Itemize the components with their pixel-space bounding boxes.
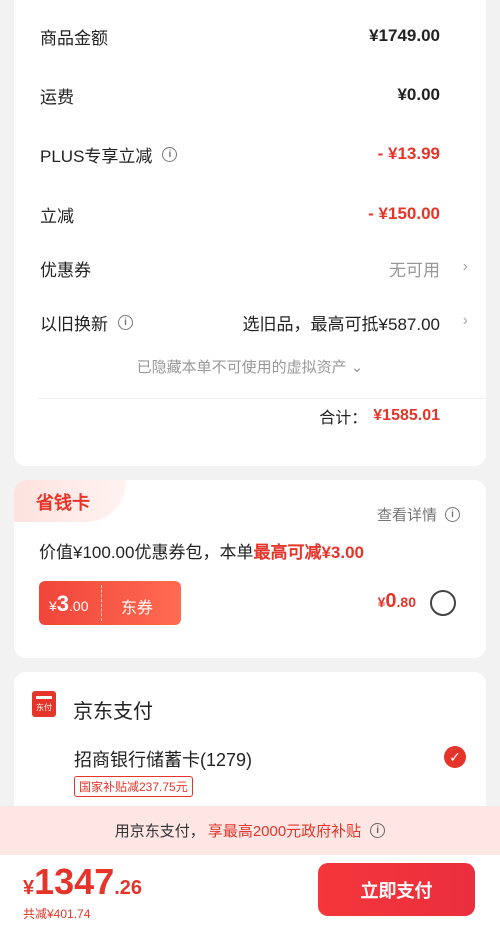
saver-title: 省钱卡 [36,493,90,513]
payment-title: 京东支付 [73,701,153,723]
coupon-separator [101,585,102,621]
check-circle-icon[interactable]: ✓ [444,746,466,768]
promo-bar[interactable]: 用京东支付， 享最高2000元政府补贴 i [0,806,500,855]
shipping-value: ¥0.00 [397,85,440,104]
coupon-amount: ¥3.00 [49,591,89,617]
shipping-row: 运费 ¥0.00 [40,79,440,111]
trade-in-value: 选旧品，最高可抵¥587.00 [242,314,440,334]
radio-icon[interactable] [430,590,456,616]
info-icon: i [445,507,460,522]
checkout-bar: ¥1347.26 共减¥401.74 立即支付 [0,855,500,927]
coupon-row[interactable]: 优惠券 无可用 [40,252,440,284]
coupon-ticket: ¥3.00 东券 [39,581,181,625]
pay-now-button[interactable]: 立即支付 [318,863,475,916]
view-details-label: 查看详情 [376,507,437,524]
saver-price-int: 0 [385,590,397,612]
coupon-currency: ¥ [49,598,57,614]
total-value: ¥1585.01 [373,407,440,424]
jd-pay-logo-icon: 东付 [32,691,56,717]
saver-price-dec: .80 [396,594,416,610]
chevron-right-icon[interactable]: › [463,312,468,330]
info-icon[interactable]: i [118,314,133,330]
coupon-value: 无可用 [389,260,440,280]
instant-discount-value: - ¥150.00 [368,204,440,223]
hidden-assets-text: 已隐藏本单不可使用的虚拟资产 [136,359,347,376]
trade-in-label: 以旧换新 [40,314,108,334]
total-label: 合计： [319,410,368,427]
saver-description: 价值¥100.00优惠券包，本单最高可减¥3.00 [39,538,364,563]
divider [38,398,486,399]
plus-discount-row: PLUS专享立减 i - ¥13.99 [40,138,440,170]
instant-discount-row: 立减 - ¥150.00 [40,198,440,230]
coupon-dec: .00 [69,598,89,614]
promo-prefix: 用京东支付， [114,823,205,840]
coupon-type-label: 东券 [121,600,154,617]
pay-logo-text: 东付 [36,703,52,712]
goods-amount-row: 商品金额 ¥1749.00 [40,20,440,52]
final-price-currency: ¥ [23,877,35,899]
coupon-int: 3 [56,591,70,616]
bank-card-option[interactable]: 招商银行储蓄卡(1279) [74,746,252,772]
plus-discount-value: - ¥13.99 [377,144,440,163]
saver-price: ¥0.80 [378,590,416,613]
shipping-label: 运费 [40,87,74,107]
order-summary-card: 商品金额 ¥1749.00 运费 ¥0.00 PLUS专享立减 i - ¥13.… [14,0,486,466]
chevron-right-icon[interactable]: › [463,258,468,276]
hidden-assets-toggle[interactable]: 已隐藏本单不可使用的虚拟资产 ⌄ [14,356,486,377]
view-details-link[interactable]: 查看详情 i [377,504,460,525]
saver-card: 省钱卡 查看详情 i 价值¥100.00优惠券包，本单最高可减¥3.00 ¥3.… [14,480,486,658]
promo-highlight: 享最高2000元政府补贴 [207,823,362,840]
info-icon[interactable]: i [162,146,178,162]
goods-amount-value: ¥1749.00 [369,26,440,45]
subsidy-badge: 国家补贴减237.75元 [74,776,193,797]
saver-desc-prefix: 价值¥100.00优惠券包，本单 [39,543,254,562]
final-price-int: 1347 [34,861,115,902]
final-price: ¥1347.26 [23,861,142,903]
plus-discount-label: PLUS专享立减 [40,146,153,166]
goods-amount-label: 商品金额 [40,28,108,48]
info-icon[interactable]: i [370,823,386,838]
trade-in-row[interactable]: 以旧换新 i 选旧品，最高可抵¥587.00 [40,306,440,338]
coupon-label: 优惠券 [40,260,91,280]
instant-discount-label: 立减 [40,206,74,226]
total-row: 合计： ¥1585.01 [319,400,440,432]
chevron-down-icon: ⌄ [350,359,364,376]
final-price-dec: .26 [114,877,143,899]
total-saved: 共减¥401.74 [23,907,91,921]
saver-desc-highlight: 最高可减¥3.00 [253,543,364,562]
